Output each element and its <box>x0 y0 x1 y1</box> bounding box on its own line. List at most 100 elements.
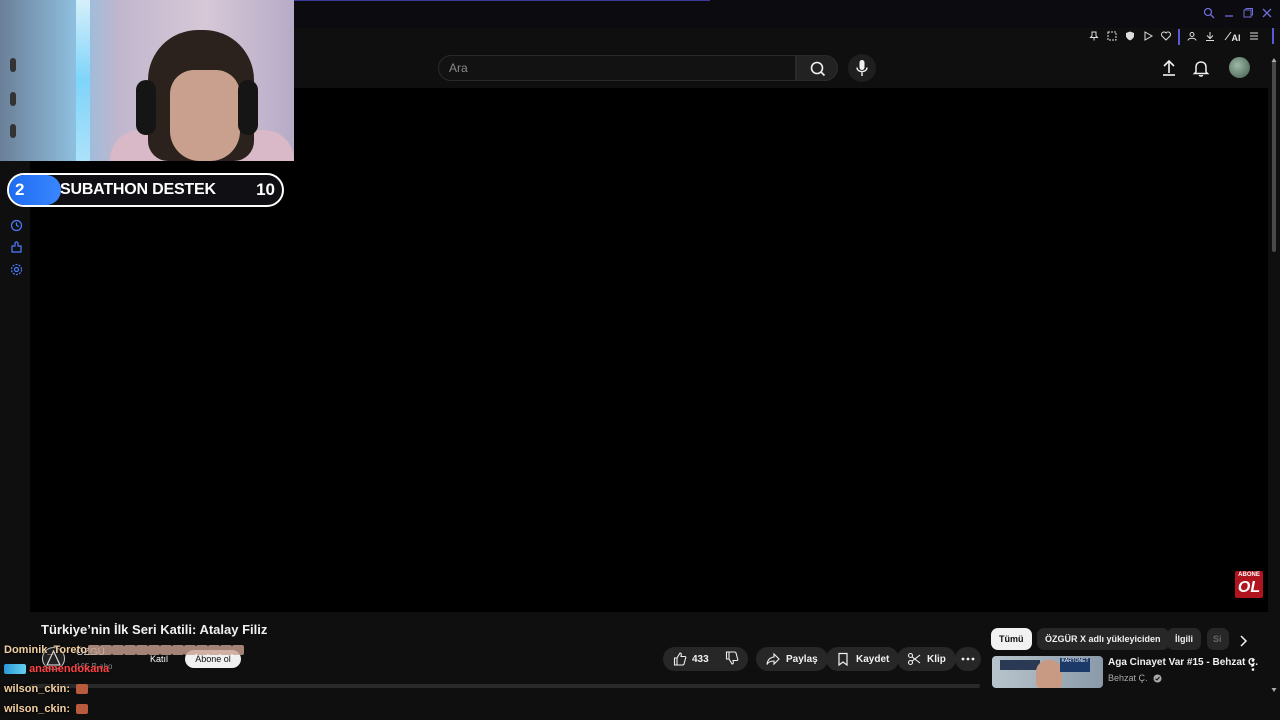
related-video-channel[interactable]: Behzat Ç. <box>1108 673 1162 683</box>
video-title: Türkiye’nin İlk Seri Katili: Atalay Fili… <box>41 622 268 637</box>
browser-toolbar: AI <box>1088 28 1260 46</box>
like-count: 433 <box>692 653 709 665</box>
account-avatar[interactable] <box>1229 57 1250 78</box>
description-preview-bar <box>30 684 980 688</box>
close-icon[interactable] <box>1260 7 1274 21</box>
emote <box>220 645 232 655</box>
headphone-right <box>238 80 258 135</box>
thumbs-down-icon <box>725 650 739 665</box>
share-label: Paylaş <box>786 653 818 665</box>
clip-button[interactable]: Klip <box>897 647 956 671</box>
heart-icon[interactable] <box>1160 31 1172 43</box>
chip-all[interactable]: Tümü <box>991 628 1032 650</box>
video-player[interactable] <box>30 88 1268 612</box>
subathon-current-value: 2 <box>15 180 25 199</box>
subathon-title: SUBATHON DESTEK <box>60 181 216 198</box>
microphone-icon <box>856 60 868 76</box>
chip-from-uploader[interactable]: ÖZGÜR X adlı yükleyiciden <box>1037 628 1169 650</box>
emote <box>184 645 196 655</box>
related-more-vertical-icon[interactable] <box>1249 658 1257 672</box>
scroll-down-arrow-icon[interactable] <box>1271 680 1277 692</box>
screenshot-icon[interactable] <box>1106 31 1118 43</box>
chat-message: wilson_ckin: <box>4 703 89 715</box>
search-input[interactable]: Ara <box>438 55 796 81</box>
chat-emote-row <box>88 645 244 655</box>
chat-emote <box>76 684 89 695</box>
search-button[interactable] <box>796 55 838 81</box>
thumbnail-banner <box>1000 660 1040 670</box>
webcam-overlay <box>0 0 294 161</box>
emote <box>148 645 160 655</box>
share-arrow-icon <box>766 652 780 666</box>
shield-icon[interactable] <box>1124 31 1136 43</box>
chat-username: wilson_ckin: <box>4 703 71 715</box>
scrollbar-thumb[interactable] <box>1272 60 1276 252</box>
extensions-icon[interactable] <box>10 241 23 254</box>
dislike-button[interactable] <box>725 650 739 668</box>
emote <box>208 645 220 655</box>
badge-bottom-text: OL <box>1237 579 1261 596</box>
more-horizontal-icon <box>961 657 975 661</box>
subathon-progress-bar: 2 SUBATHON DESTEK 10 <box>7 173 284 207</box>
like-dislike-group: 433 <box>663 647 748 671</box>
history-icon[interactable] <box>10 219 23 232</box>
verified-check-icon <box>1153 674 1162 683</box>
emote <box>100 645 112 655</box>
wall-decoration <box>10 124 16 138</box>
toolbar-edge-divider <box>1272 28 1274 44</box>
menu-icon[interactable] <box>1248 31 1260 43</box>
search-icon[interactable] <box>1202 7 1216 21</box>
scissors-icon <box>907 652 921 666</box>
subathon-goal-value: 10 <box>256 180 275 199</box>
chevron-right-icon[interactable] <box>1236 634 1250 648</box>
download-icon[interactable] <box>1204 31 1216 43</box>
settings-gear-icon[interactable] <box>10 263 23 276</box>
search-icon <box>810 61 826 77</box>
wall-decoration <box>10 58 16 72</box>
emote <box>196 645 208 655</box>
save-button[interactable]: Kaydet <box>826 647 900 671</box>
emote <box>232 645 244 655</box>
restore-icon[interactable] <box>1241 7 1255 21</box>
notifications-bell-icon[interactable] <box>1191 58 1211 78</box>
chip-truncated[interactable]: Si <box>1207 628 1229 650</box>
bookmark-icon <box>838 652 848 666</box>
ai-button[interactable]: AI <box>1222 31 1242 43</box>
chat-message: Dominik_Toreto_ <box>4 644 93 656</box>
ai-label: AI <box>1231 33 1241 43</box>
chat-message: anamendokana <box>4 663 109 675</box>
chat-emote <box>76 704 89 715</box>
save-label: Kaydet <box>856 653 890 665</box>
related-video-title[interactable]: Aga Cinayet Var #15 - Behzat Ç. <box>1108 657 1258 668</box>
thumbs-up-icon <box>673 652 687 666</box>
emote <box>172 645 184 655</box>
chat-badge-icon <box>4 664 26 675</box>
emote <box>160 645 172 655</box>
pin-icon[interactable] <box>1088 31 1100 43</box>
minimize-icon[interactable] <box>1222 7 1236 21</box>
upload-icon[interactable] <box>1159 58 1179 78</box>
play-icon[interactable] <box>1142 31 1154 43</box>
chip-related[interactable]: İlgili <box>1167 628 1201 650</box>
clip-label: Klip <box>927 653 946 665</box>
scroll-up-arrow-icon[interactable] <box>1271 50 1277 62</box>
more-actions-button[interactable] <box>955 647 981 671</box>
headphone-left <box>136 80 156 135</box>
emote <box>124 645 136 655</box>
profile-icon[interactable] <box>1186 31 1198 43</box>
related-video-thumbnail[interactable]: KARTONET <box>992 656 1103 688</box>
titlebar-accent-line <box>290 0 710 1</box>
streamer-face <box>170 70 240 161</box>
subscribe-watermark-badge[interactable]: ABONE OL <box>1235 571 1263 598</box>
share-button[interactable]: Paylaş <box>756 647 828 671</box>
chat-username: Dominik_Toreto_ <box>4 644 94 656</box>
thumbnail-face <box>1036 660 1062 688</box>
like-button[interactable]: 433 <box>673 652 709 666</box>
wall-decoration <box>10 92 16 106</box>
chat-message: wilson_ckin: <box>4 683 89 695</box>
chat-username: anamendokana <box>29 663 110 675</box>
emote <box>112 645 124 655</box>
toolbar-divider <box>1178 29 1180 45</box>
thumbnail-tag: KARTONET <box>1060 658 1090 672</box>
voice-search-button[interactable] <box>848 54 876 82</box>
